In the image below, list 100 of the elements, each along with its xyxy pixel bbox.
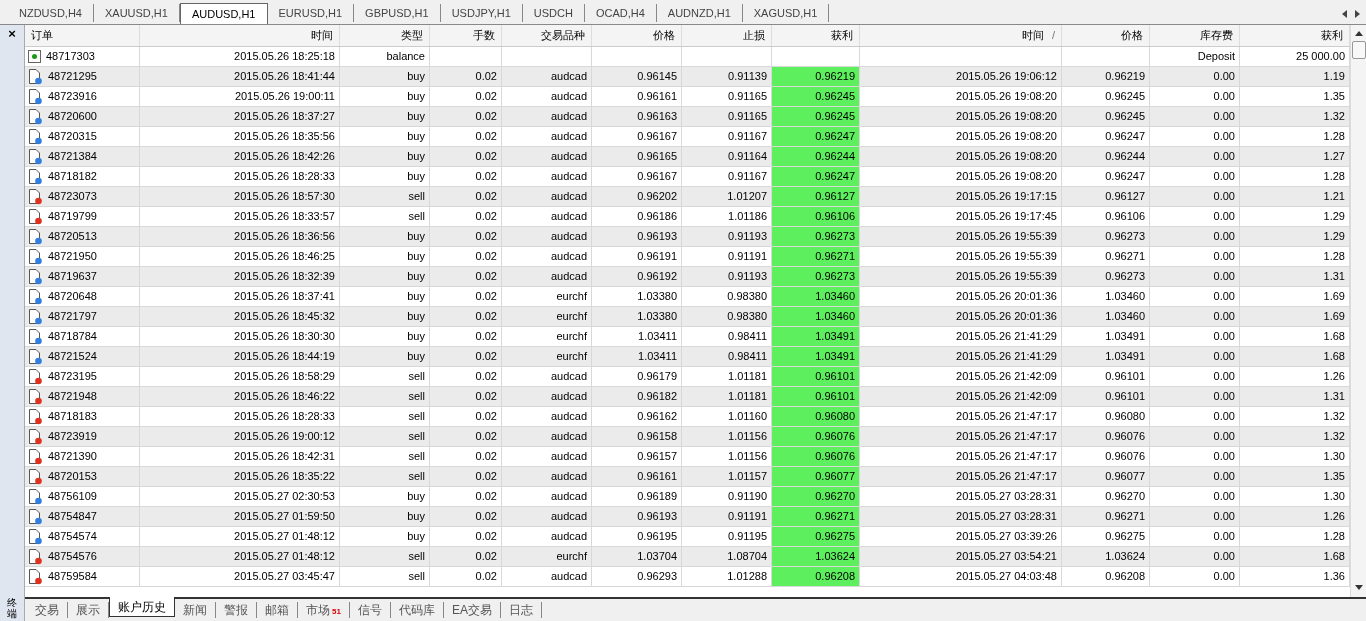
column-header[interactable]: 获利 (772, 25, 860, 46)
scrollbar[interactable] (1350, 25, 1366, 597)
price-cell-text: 0.96293 (637, 569, 677, 585)
time-cell-text: 2015.05.26 18:41:44 (234, 69, 335, 85)
swap-cell-text: 0.00 (1213, 529, 1235, 545)
chart-tab[interactable]: EURUSD,H1 (267, 4, 355, 22)
stop-loss-cell-text: 0.91165 (728, 89, 767, 105)
price-cell-text: 0.96179 (637, 369, 677, 385)
symbol-cell-text: audcad (550, 249, 587, 265)
symbol-cell-text: audcad (550, 109, 587, 125)
profit-cell-text: 1.28 (1323, 529, 1345, 545)
time-cell-text: 2015.05.26 19:08:20 (956, 169, 1057, 185)
document-icon (28, 268, 43, 285)
order-cell-text: 48719799 (48, 209, 97, 225)
price-cell-text: 0.96080 (1105, 409, 1145, 425)
lots-cell-text: 0.02 (475, 369, 497, 385)
price-cell-text: 0.96165 (637, 149, 677, 165)
stop-loss-cell-text: 1.01156 (728, 449, 767, 465)
chart-tab[interactable]: OCAD,H4 (584, 4, 657, 22)
column-header[interactable]: 止损 (682, 25, 772, 46)
profit-cell-text: 1.29 (1323, 209, 1345, 225)
chart-tab[interactable]: XAUUSD,H1 (93, 4, 180, 22)
column-header[interactable]: 时间 (140, 25, 340, 46)
price-cell-text: 0.96191 (637, 249, 677, 265)
column-header[interactable]: 手数 (430, 25, 502, 46)
chart-tab[interactable]: AUDNZD,H1 (656, 4, 743, 22)
take-profit-cell-text: 0.96245 (815, 89, 855, 105)
panel-tab[interactable]: 账户历史 (109, 597, 175, 617)
swap-cell-text: 0.00 (1213, 509, 1235, 525)
stop-loss-cell-text: 1.01160 (728, 409, 767, 425)
scroll-thumb[interactable] (1351, 41, 1366, 59)
panel-tab[interactable]: 代码库 (390, 602, 444, 618)
type-cell-text: sell (408, 389, 425, 405)
scroll-left-icon[interactable] (1342, 9, 1348, 18)
column-header[interactable]: 库存费 (1150, 25, 1240, 46)
lots-cell-text: 0.02 (475, 169, 497, 185)
panel-tab[interactable]: 警报 (216, 602, 257, 618)
type-cell-text: buy (407, 349, 425, 365)
time-cell-text: 2015.05.26 19:00:11 (234, 89, 335, 105)
panel-tab[interactable]: 信号 (349, 602, 391, 618)
price-cell-text: 0.96101 (1105, 369, 1145, 385)
price-cell-text: 0.96167 (637, 169, 677, 185)
profit-cell-text: 1.35 (1323, 89, 1345, 105)
time-cell-text: 2015.05.26 18:25:18 (234, 49, 335, 65)
chart-tab[interactable]: GBPUSD,H1 (354, 4, 441, 22)
type-cell-text: buy (407, 289, 425, 305)
lots-cell-text: 0.02 (475, 329, 497, 345)
profit-cell-text: 1.31 (1323, 269, 1345, 285)
take-profit-cell-text: 0.96076 (815, 429, 855, 445)
price-cell-text: 0.96275 (1105, 529, 1145, 545)
time-cell-text: 2015.05.26 18:45:32 (234, 309, 335, 325)
price-cell-text: 0.96247 (1105, 169, 1145, 185)
symbol-cell-text: audcad (550, 449, 587, 465)
take-profit-cell-text: 1.03624 (815, 549, 855, 565)
panel-tab[interactable]: 市场 51 (298, 602, 350, 618)
panel-tab[interactable]: 邮箱 (257, 602, 298, 618)
column-header[interactable]: 订单 (25, 25, 140, 46)
column-header[interactable]: 价格 (592, 25, 682, 46)
time-cell-text: 2015.05.26 18:42:26 (234, 149, 335, 165)
take-profit-cell-text: 0.96245 (815, 109, 855, 125)
chart-tab[interactable]: AUDUSD,H1 (179, 3, 268, 24)
column-header[interactable]: 交易品种 (502, 25, 592, 46)
chart-tab[interactable]: NZDUSD,H4 (8, 4, 94, 22)
stop-loss-cell-text: 0.91165 (728, 109, 767, 125)
swap-cell-text: 0.00 (1213, 289, 1235, 305)
panel-tab[interactable]: 日志 (500, 602, 542, 618)
swap-cell-text: 0.00 (1213, 549, 1235, 565)
profit-cell-text: 1.68 (1323, 549, 1345, 565)
chart-tab[interactable]: XAGUSD,H1 (742, 4, 830, 22)
stop-loss-cell-text: 0.91167 (728, 129, 767, 145)
swap-cell-text: 0.00 (1213, 349, 1235, 365)
scroll-down-icon[interactable] (1354, 585, 1363, 591)
panel-tab[interactable]: 新闻 (175, 602, 216, 618)
panel-tab[interactable]: 交易 (27, 602, 68, 618)
column-header[interactable]: 时间 / (860, 25, 1062, 46)
price-cell-text: 0.96273 (1105, 269, 1145, 285)
scroll-right-icon[interactable] (1354, 9, 1360, 18)
order-cell-text: 48718183 (48, 409, 97, 425)
price-cell-text: 0.96271 (1105, 509, 1145, 525)
column-header[interactable]: 类型 (340, 25, 430, 46)
column-header[interactable]: 价格 (1062, 25, 1150, 46)
chart-tab[interactable]: USDJPY,H1 (440, 4, 523, 22)
lots-cell-text: 0.02 (475, 129, 497, 145)
time-cell-text: 2015.05.26 19:17:15 (956, 189, 1057, 205)
scroll-up-icon[interactable] (1354, 31, 1363, 37)
take-profit-cell-text: 0.96273 (815, 269, 855, 285)
close-button[interactable]: × (8, 27, 16, 41)
panel-tab[interactable]: EA交易 (443, 602, 501, 618)
stop-loss-cell-text: 0.98380 (727, 309, 767, 325)
lots-cell-text: 0.02 (475, 389, 497, 405)
profit-cell-text: 1.30 (1323, 489, 1345, 505)
chart-tab[interactable]: USDCH (522, 4, 585, 22)
document-icon (28, 348, 43, 365)
symbol-cell-text: audcad (550, 89, 587, 105)
time-cell-text: 2015.05.26 18:58:29 (234, 369, 335, 385)
stop-loss-cell-text: 1.01186 (728, 209, 767, 225)
type-cell-text: buy (407, 89, 425, 105)
price-cell-text: 0.96182 (637, 389, 677, 405)
symbol-cell-text: audcad (550, 129, 587, 145)
type-cell-text: sell (408, 409, 425, 425)
